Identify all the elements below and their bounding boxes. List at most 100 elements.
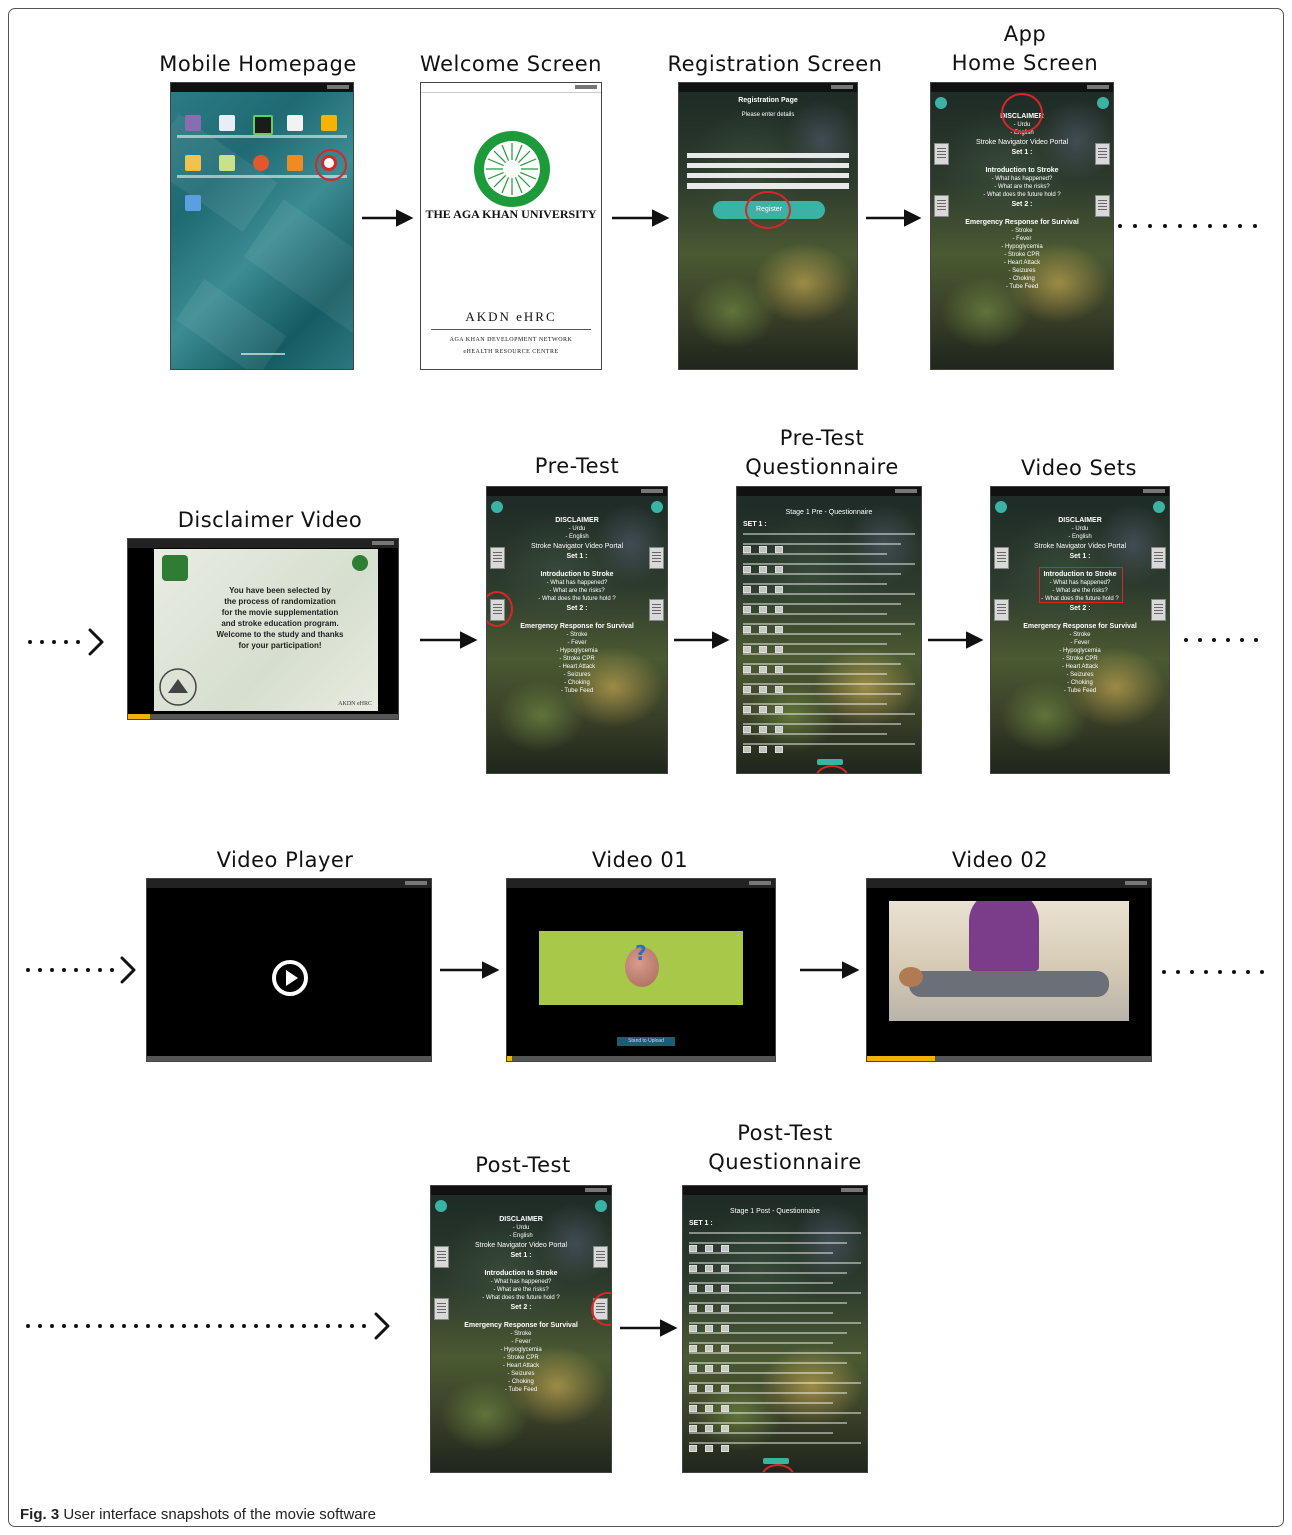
emergency-items[interactable]: - Stroke - Fever - Hypoglycemia - Stroke… <box>487 631 667 695</box>
info-icon[interactable] <box>435 1200 447 1212</box>
app-icon[interactable] <box>253 155 269 171</box>
answer-checkbox[interactable] <box>721 1405 729 1412</box>
answer-checkbox[interactable] <box>689 1325 697 1332</box>
answer-checkbox[interactable] <box>743 646 751 653</box>
document-icon[interactable] <box>434 1298 449 1320</box>
answer-checkbox[interactable] <box>705 1285 713 1292</box>
answer-checkbox[interactable] <box>689 1385 697 1392</box>
answer-checkbox[interactable] <box>721 1445 729 1452</box>
answer-checkbox[interactable] <box>689 1345 697 1352</box>
settings-icon[interactable] <box>595 1200 607 1212</box>
language-options[interactable]: - Urdu - English <box>431 1224 611 1240</box>
app-icon[interactable] <box>185 155 201 171</box>
answer-checkbox[interactable] <box>743 606 751 613</box>
document-icon[interactable] <box>934 143 949 165</box>
answer-checkbox[interactable] <box>759 546 767 553</box>
answer-checkbox[interactable] <box>705 1425 713 1432</box>
relation-select[interactable] <box>687 183 849 189</box>
answer-checkbox[interactable] <box>689 1305 697 1312</box>
settings-icon[interactable] <box>1153 501 1165 513</box>
progress-bar[interactable] <box>147 1056 431 1061</box>
answer-checkbox[interactable] <box>759 566 767 573</box>
emergency-heading[interactable]: Emergency Response for Survival <box>431 1322 611 1330</box>
info-icon[interactable] <box>995 501 1007 513</box>
intro-heading[interactable]: Introduction to Stroke <box>931 167 1113 175</box>
answer-checkbox[interactable] <box>759 606 767 613</box>
answer-checkbox[interactable] <box>705 1345 713 1352</box>
answer-checkbox[interactable] <box>721 1285 729 1292</box>
answer-checkbox[interactable] <box>705 1385 713 1392</box>
app-icon[interactable] <box>185 115 201 131</box>
answer-checkbox[interactable] <box>775 666 783 673</box>
document-icon[interactable] <box>934 195 949 217</box>
document-icon[interactable] <box>434 1246 449 1268</box>
app-icon[interactable] <box>321 115 337 131</box>
emergency-heading[interactable]: Emergency Response for Survival <box>991 623 1169 631</box>
app-icon[interactable] <box>219 155 235 171</box>
answer-checkbox[interactable] <box>743 566 751 573</box>
age-field[interactable] <box>687 163 849 168</box>
progress-bar[interactable] <box>867 1056 1151 1061</box>
answer-checkbox[interactable] <box>689 1365 697 1372</box>
document-icon[interactable] <box>1151 547 1166 569</box>
document-icon[interactable] <box>994 547 1009 569</box>
answer-checkbox[interactable] <box>689 1405 697 1412</box>
progress-bar[interactable] <box>507 1056 775 1061</box>
answer-checkbox[interactable] <box>759 646 767 653</box>
intro-heading[interactable]: Introduction to Stroke <box>487 571 667 579</box>
answer-checkbox[interactable] <box>743 726 751 733</box>
answer-checkbox[interactable] <box>743 686 751 693</box>
answer-checkbox[interactable] <box>759 726 767 733</box>
answer-checkbox[interactable] <box>721 1305 729 1312</box>
app-icon[interactable] <box>185 195 201 211</box>
answer-checkbox[interactable] <box>759 666 767 673</box>
name-field[interactable] <box>687 153 849 158</box>
answer-checkbox[interactable] <box>759 686 767 693</box>
answer-checkbox[interactable] <box>775 726 783 733</box>
answer-checkbox[interactable] <box>689 1285 697 1292</box>
answer-checkbox[interactable] <box>705 1365 713 1372</box>
answer-checkbox[interactable] <box>721 1325 729 1332</box>
answer-checkbox[interactable] <box>775 646 783 653</box>
disclaimer-heading[interactable]: DISCLAIMER <box>431 1216 611 1224</box>
answer-checkbox[interactable] <box>759 746 767 753</box>
intro-items[interactable]: - What has happened? - What are the risk… <box>931 175 1113 199</box>
app-icon[interactable] <box>253 115 273 135</box>
answer-checkbox[interactable] <box>705 1405 713 1412</box>
answer-checkbox[interactable] <box>743 746 751 753</box>
document-icon[interactable] <box>1095 195 1110 217</box>
answer-checkbox[interactable] <box>759 706 767 713</box>
answer-checkbox[interactable] <box>721 1365 729 1372</box>
answer-checkbox[interactable] <box>743 706 751 713</box>
answer-checkbox[interactable] <box>721 1345 729 1352</box>
document-icon[interactable] <box>593 1246 608 1268</box>
intro-items[interactable]: - What has happened? - What are the risk… <box>487 579 667 603</box>
document-icon[interactable] <box>1151 599 1166 621</box>
answer-checkbox[interactable] <box>721 1425 729 1432</box>
answer-checkbox[interactable] <box>775 586 783 593</box>
settings-icon[interactable] <box>1097 97 1109 109</box>
answer-checkbox[interactable] <box>743 666 751 673</box>
answer-checkbox[interactable] <box>743 546 751 553</box>
progress-bar[interactable] <box>128 714 398 719</box>
language-options[interactable]: - Urdu - English <box>991 525 1169 541</box>
intro-heading[interactable]: Introduction to Stroke <box>431 1270 611 1278</box>
answer-checkbox[interactable] <box>743 626 751 633</box>
emergency-items[interactable]: - Stroke - Fever - Hypoglycemia - Stroke… <box>431 1330 611 1394</box>
emergency-heading[interactable]: Emergency Response for Survival <box>487 623 667 631</box>
app-icon[interactable] <box>287 155 303 171</box>
upload-button[interactable]: Stand to Upload <box>617 1037 675 1046</box>
answer-checkbox[interactable] <box>705 1265 713 1272</box>
language-options[interactable]: - Urdu - English <box>487 525 667 541</box>
answer-checkbox[interactable] <box>759 586 767 593</box>
answer-checkbox[interactable] <box>689 1425 697 1432</box>
answer-checkbox[interactable] <box>721 1245 729 1252</box>
answer-checkbox[interactable] <box>721 1385 729 1392</box>
answer-checkbox[interactable] <box>705 1445 713 1452</box>
emergency-items[interactable]: - Stroke - Fever - Hypoglycemia - Stroke… <box>991 631 1169 695</box>
answer-checkbox[interactable] <box>705 1305 713 1312</box>
disclaimer-heading[interactable]: DISCLAIMER <box>487 517 667 525</box>
intro-items[interactable]: - What has happened? - What are the risk… <box>431 1278 611 1302</box>
document-icon[interactable] <box>994 599 1009 621</box>
answer-checkbox[interactable] <box>721 1265 729 1272</box>
